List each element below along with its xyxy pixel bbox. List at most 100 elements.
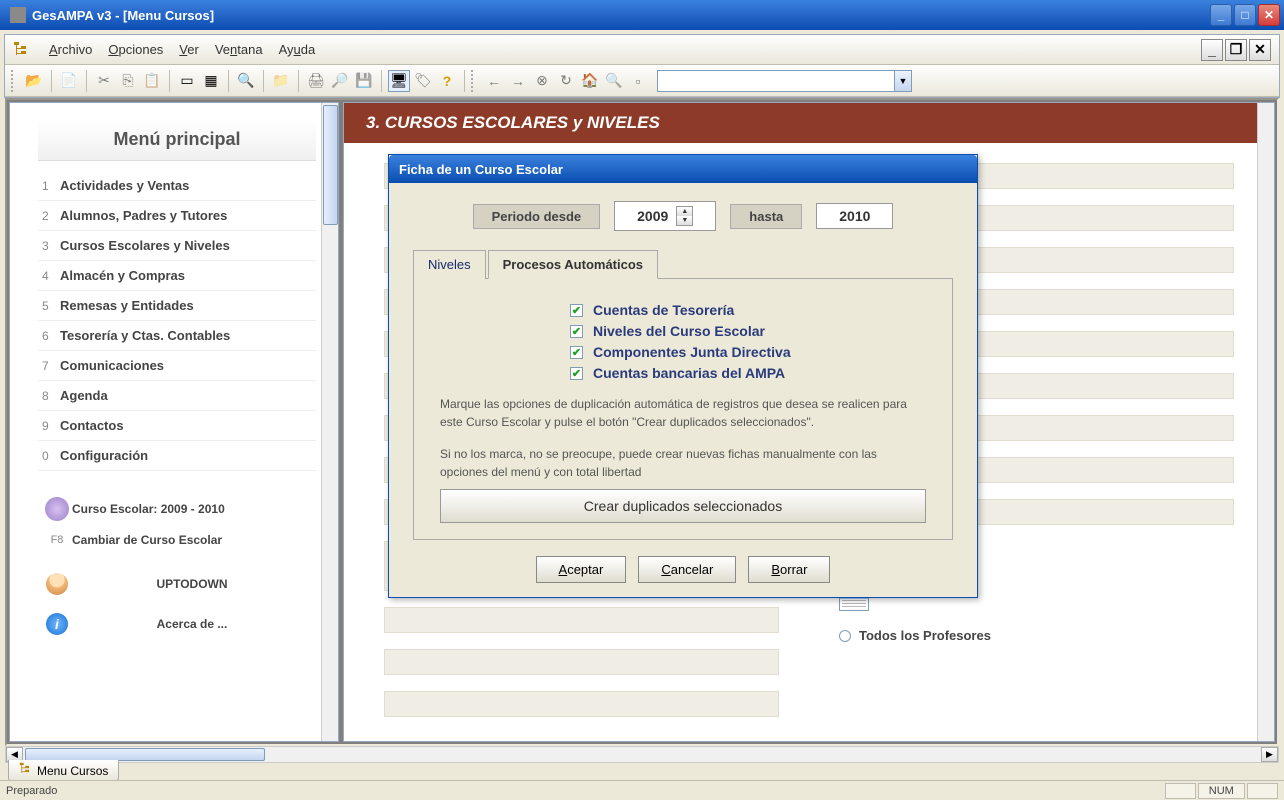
forward-icon[interactable]: →: [507, 70, 529, 92]
sidebar-item-4[interactable]: 5Remesas y Entidades: [38, 291, 316, 321]
sidebar-item-label: Cursos Escolares y Niveles: [60, 238, 230, 253]
crear-duplicados-button[interactable]: Crear duplicados seleccionados: [440, 489, 926, 523]
sidebar-item-6[interactable]: 7Comunicaciones: [38, 351, 316, 381]
user-label: UPTODOWN: [72, 577, 312, 591]
menu-opciones[interactable]: Opciones: [100, 38, 171, 61]
print-icon[interactable]: 🖨: [305, 70, 327, 92]
mdi-minimize-button[interactable]: _: [1201, 39, 1223, 61]
status-cell-empty: [1247, 783, 1278, 799]
mdi-restore-button[interactable]: ❐: [1225, 39, 1247, 61]
paste-icon[interactable]: 📋: [141, 70, 163, 92]
address-combo[interactable]: ▼: [657, 70, 912, 92]
document-tab-label: Menu Cursos: [37, 764, 108, 778]
checkbox-label: Cuentas de Tesorería: [593, 302, 734, 318]
checkbox-row-0[interactable]: ✔ Cuentas de Tesorería: [570, 302, 926, 318]
chevron-down-icon[interactable]: ▼: [894, 71, 911, 91]
scroll-thumb[interactable]: [323, 105, 338, 225]
sidebar-scrollbar[interactable]: [321, 103, 338, 741]
search-web-icon[interactable]: 🔍: [603, 70, 625, 92]
new-icon[interactable]: 📄: [58, 70, 80, 92]
radio-todos-profesores[interactable]: Todos los Profesores: [839, 628, 1234, 643]
borrar-button[interactable]: Borrar: [748, 556, 830, 583]
tab-niveles[interactable]: Niveles: [413, 250, 486, 279]
info-icon: i: [46, 613, 68, 635]
dialog-title: Ficha de un Curso Escolar: [389, 155, 977, 183]
menu-ver[interactable]: Ver: [171, 38, 207, 61]
menu-ayuda[interactable]: Ayuda: [271, 38, 324, 61]
year-end-text: 2010: [839, 208, 870, 224]
periodo-hasta-value: 2010: [816, 203, 893, 229]
user-icon: [46, 573, 68, 595]
refresh-icon[interactable]: ↻: [555, 70, 577, 92]
mdi-close-button[interactable]: ✕: [1249, 39, 1271, 61]
home-icon[interactable]: 🏠: [579, 70, 601, 92]
stop-icon[interactable]: ⊗: [531, 70, 553, 92]
zoom-icon[interactable]: 🔍: [235, 70, 257, 92]
scroll-right-icon[interactable]: ▶: [1261, 747, 1278, 762]
sidebar-item-label: Tesorería y Ctas. Contables: [60, 328, 230, 343]
sidebar-item-0[interactable]: 1Actividades y Ventas: [38, 171, 316, 201]
cancelar-button[interactable]: Cancelar: [638, 556, 736, 583]
spin-up-icon[interactable]: ▲: [677, 207, 692, 216]
about-row[interactable]: i Acerca de ...: [38, 607, 316, 641]
sidebar-item-9[interactable]: 0Configuración: [38, 441, 316, 471]
menu-archivo[interactable]: Archivo: [41, 38, 100, 61]
checkbox-icon[interactable]: ✔: [570, 325, 583, 338]
user-row[interactable]: UPTODOWN: [38, 567, 316, 601]
year-spinner[interactable]: ▲ ▼: [676, 206, 693, 226]
sidebar-item-num: 8: [42, 389, 60, 403]
tab-panel-procesos: ✔ Cuentas de Tesorería ✔Niveles del Curso …: [413, 279, 953, 540]
folder-icon[interactable]: 📁: [270, 70, 292, 92]
toolbar-grip-2[interactable]: [471, 70, 477, 92]
save-icon[interactable]: 💾: [353, 70, 375, 92]
cascade-icon[interactable]: ▦: [200, 70, 222, 92]
content-scrollbar[interactable]: [1257, 103, 1274, 741]
back-icon[interactable]: ←: [483, 70, 505, 92]
minimize-button[interactable]: _: [1210, 4, 1232, 26]
blank-icon[interactable]: ▫: [627, 70, 649, 92]
tab-procesos[interactable]: Procesos Automáticos: [488, 250, 658, 279]
gear-icon: [45, 497, 69, 521]
sidebar-item-label: Remesas y Entidades: [60, 298, 194, 313]
help-icon[interactable]: ?: [436, 70, 458, 92]
checkbox-row-1[interactable]: ✔Niveles del Curso Escolar: [570, 323, 926, 339]
checkbox-row-3[interactable]: ✔Cuentas bancarias del AMPA: [570, 365, 926, 381]
monitor-icon[interactable]: 🖥: [388, 70, 410, 92]
aceptar-button[interactable]: Aceptar: [536, 556, 627, 583]
periodo-desde-value[interactable]: 2009 ▲ ▼: [614, 201, 716, 231]
open-icon[interactable]: 📂: [23, 70, 45, 92]
sidebar-item-num: 0: [42, 449, 60, 463]
document-tab[interactable]: Menu Cursos: [8, 760, 119, 782]
cambiar-curso-row[interactable]: F8 Cambiar de Curso Escolar: [38, 527, 316, 553]
checkbox-icon[interactable]: ✔: [570, 367, 583, 380]
close-button[interactable]: ✕: [1258, 4, 1280, 26]
spin-down-icon[interactable]: ▼: [677, 216, 692, 225]
sidebar-item-2[interactable]: 3Cursos Escolares y Niveles: [38, 231, 316, 261]
cut-icon[interactable]: ✂: [93, 70, 115, 92]
status-cell-empty: [1165, 783, 1196, 799]
field-placeholder[interactable]: [384, 691, 779, 717]
status-bar: Preparado NUM: [0, 780, 1284, 800]
copy-icon[interactable]: ⎘: [117, 70, 139, 92]
sidebar-item-8[interactable]: 9Contactos: [38, 411, 316, 441]
checkbox-icon[interactable]: ✔: [570, 346, 583, 359]
sidebar-item-num: 6: [42, 329, 60, 343]
checkbox-row-2[interactable]: ✔Componentes Junta Directiva: [570, 344, 926, 360]
menu-ventana[interactable]: Ventana: [207, 38, 271, 61]
maximize-button[interactable]: □: [1234, 4, 1256, 26]
sidebar-item-7[interactable]: 8Agenda: [38, 381, 316, 411]
field-placeholder[interactable]: [384, 649, 779, 675]
mdi-app-icon: [13, 41, 31, 59]
toolbar-grip[interactable]: [11, 70, 17, 92]
sidebar-item-3[interactable]: 4Almacén y Compras: [38, 261, 316, 291]
tag-icon[interactable]: 🏷: [412, 70, 434, 92]
sidebar-item-num: 7: [42, 359, 60, 373]
sidebar-item-5[interactable]: 6Tesorería y Ctas. Contables: [38, 321, 316, 351]
window-icon[interactable]: ▭: [176, 70, 198, 92]
preview-icon[interactable]: 🔎: [329, 70, 351, 92]
horizontal-scrollbar[interactable]: ◀ ▶: [5, 746, 1279, 763]
field-placeholder[interactable]: [384, 607, 779, 633]
checkbox-icon[interactable]: ✔: [570, 304, 583, 317]
tree-icon: [19, 762, 33, 779]
sidebar-item-1[interactable]: 2Alumnos, Padres y Tutores: [38, 201, 316, 231]
